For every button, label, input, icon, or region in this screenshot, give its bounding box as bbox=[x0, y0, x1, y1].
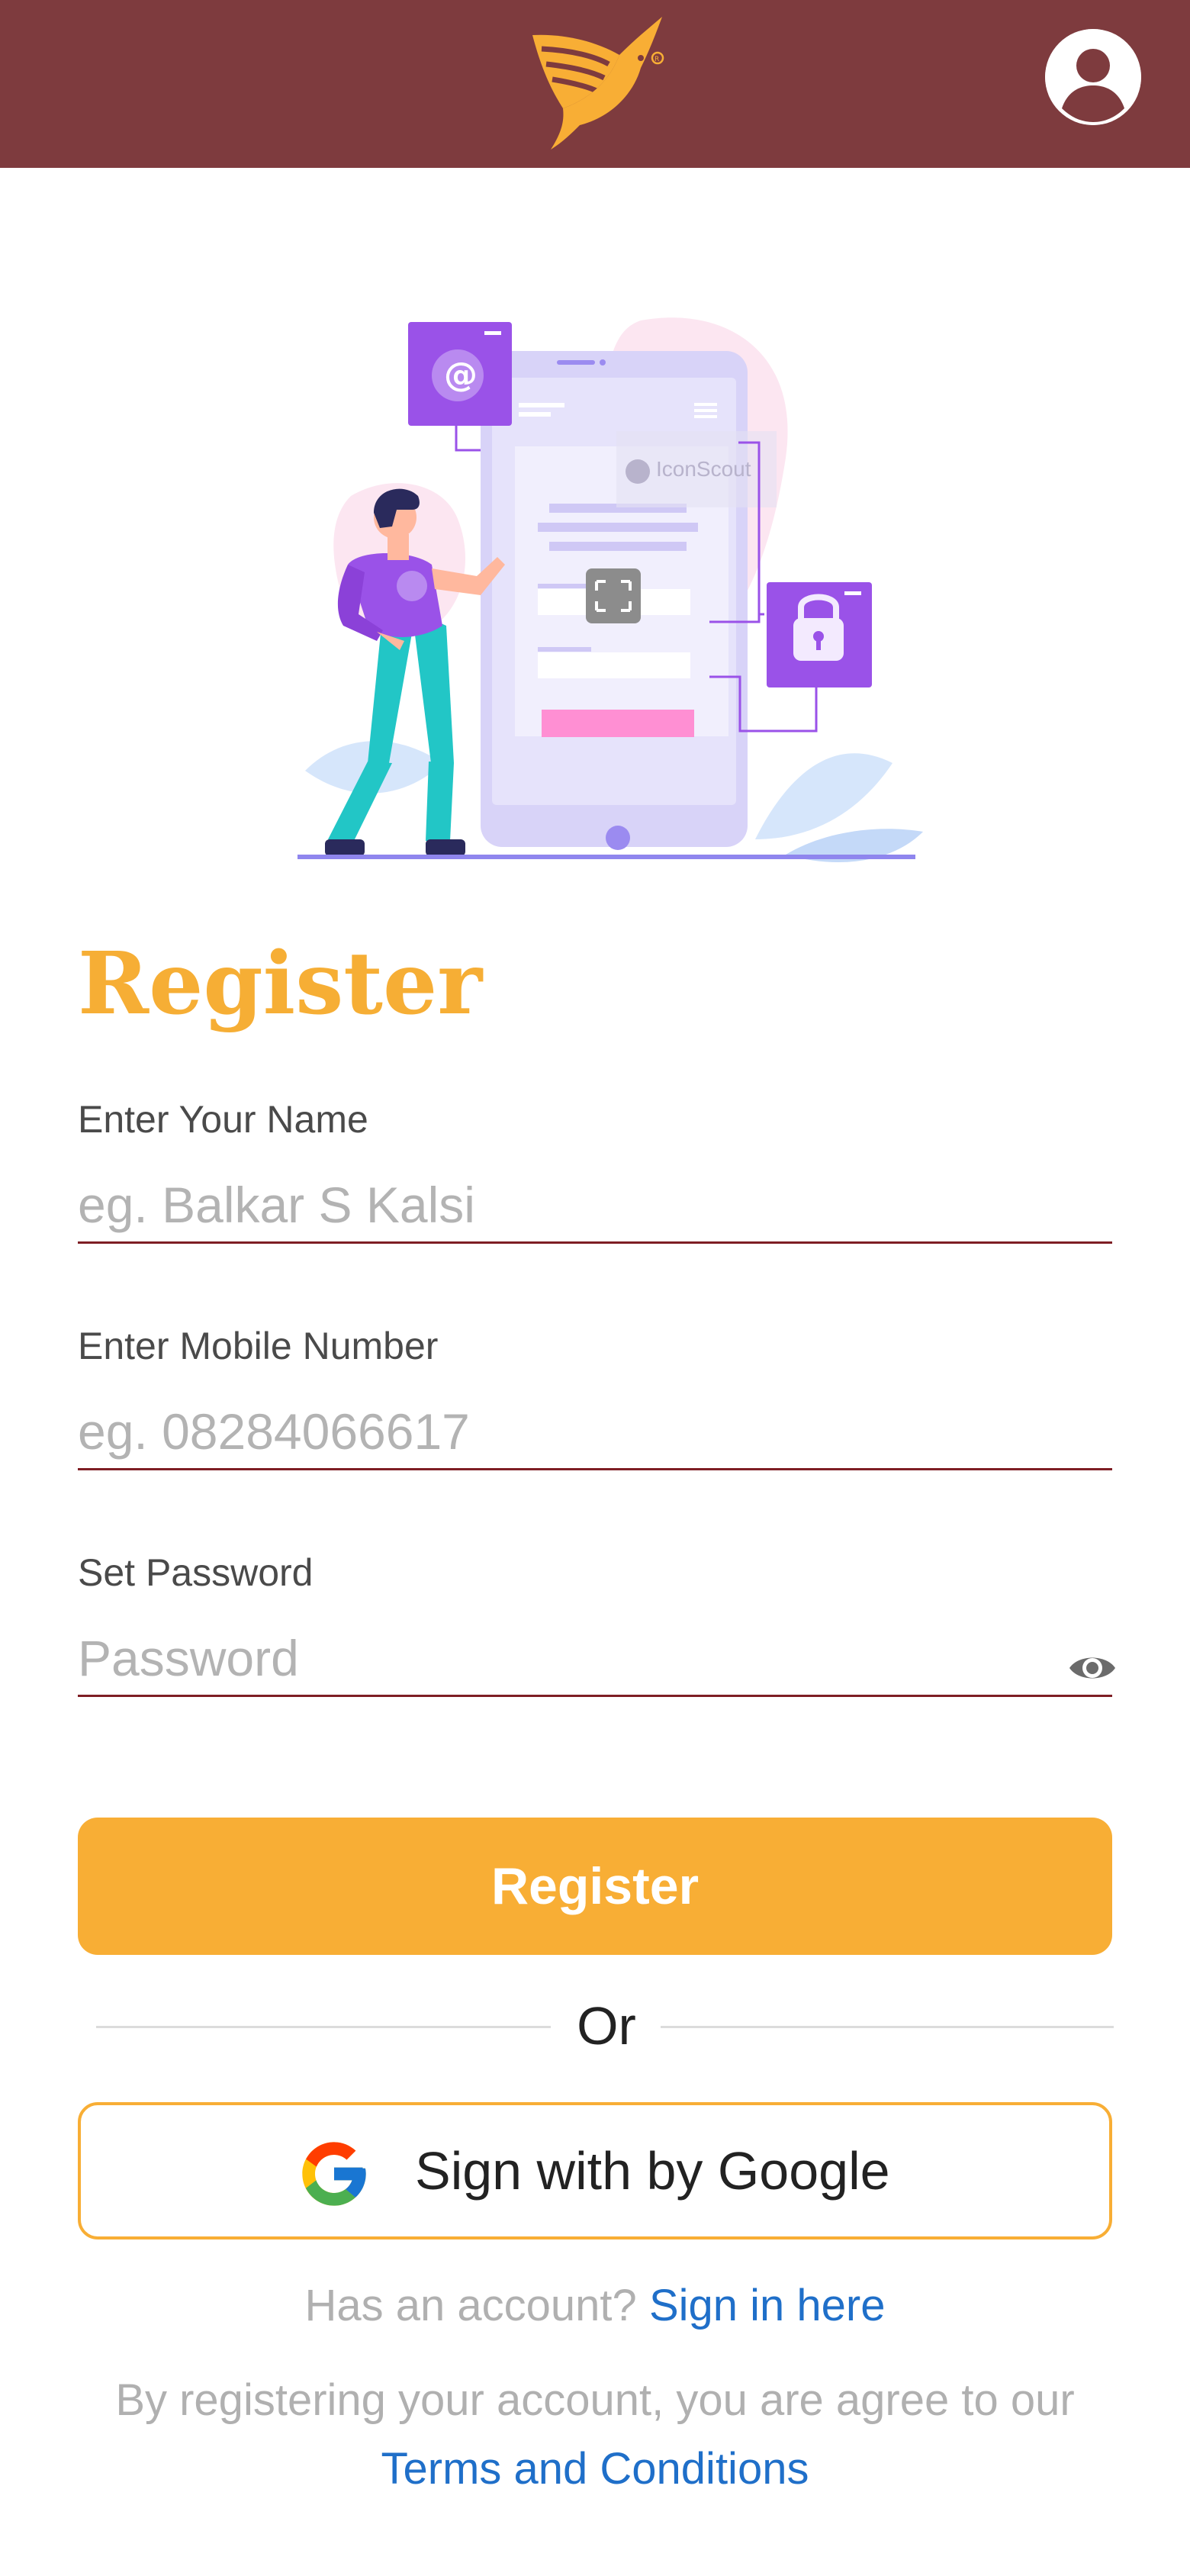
terms-notice: By registering your account, you are agr… bbox=[115, 2375, 1075, 2425]
sign-in-prompt: Has an account? Sign in here bbox=[0, 2275, 1190, 2336]
google-sign-in-button[interactable]: Sign with by Google bbox=[78, 2102, 1112, 2240]
password-input[interactable] bbox=[78, 1621, 1112, 1697]
google-sign-in-label: Sign with by Google bbox=[415, 2141, 890, 2201]
divider-left bbox=[96, 2026, 551, 2028]
svg-text:R: R bbox=[654, 56, 659, 63]
profile-avatar-button[interactable] bbox=[1045, 29, 1141, 125]
mobile-input[interactable] bbox=[78, 1394, 1112, 1470]
bird-logo-icon[interactable]: R bbox=[519, 11, 671, 156]
sign-in-link[interactable]: Sign in here bbox=[649, 2281, 886, 2330]
name-input[interactable] bbox=[78, 1167, 1112, 1244]
mobile-field-label: Enter Mobile Number bbox=[78, 1325, 439, 1367]
app-header: R bbox=[0, 0, 1190, 168]
divider-right bbox=[661, 2026, 1114, 2028]
page-title: Register bbox=[78, 934, 483, 1034]
terms-link[interactable]: Terms and Conditions bbox=[0, 2439, 1190, 2500]
register-button[interactable]: Register bbox=[78, 1818, 1112, 1955]
or-divider-label: Or bbox=[577, 1996, 636, 2056]
password-field-label: Set Password bbox=[78, 1551, 314, 1594]
name-field-label: Enter Your Name bbox=[78, 1098, 368, 1141]
google-icon bbox=[302, 2142, 366, 2206]
user-profile-icon bbox=[1045, 29, 1141, 125]
register-illustration: IconScout @ bbox=[298, 317, 923, 862]
watermark-text: IconScout bbox=[656, 457, 751, 481]
svg-text:@: @ bbox=[444, 356, 478, 394]
account-prompt-text: Has an account? bbox=[304, 2281, 637, 2330]
eye-icon[interactable] bbox=[1068, 1648, 1117, 1688]
